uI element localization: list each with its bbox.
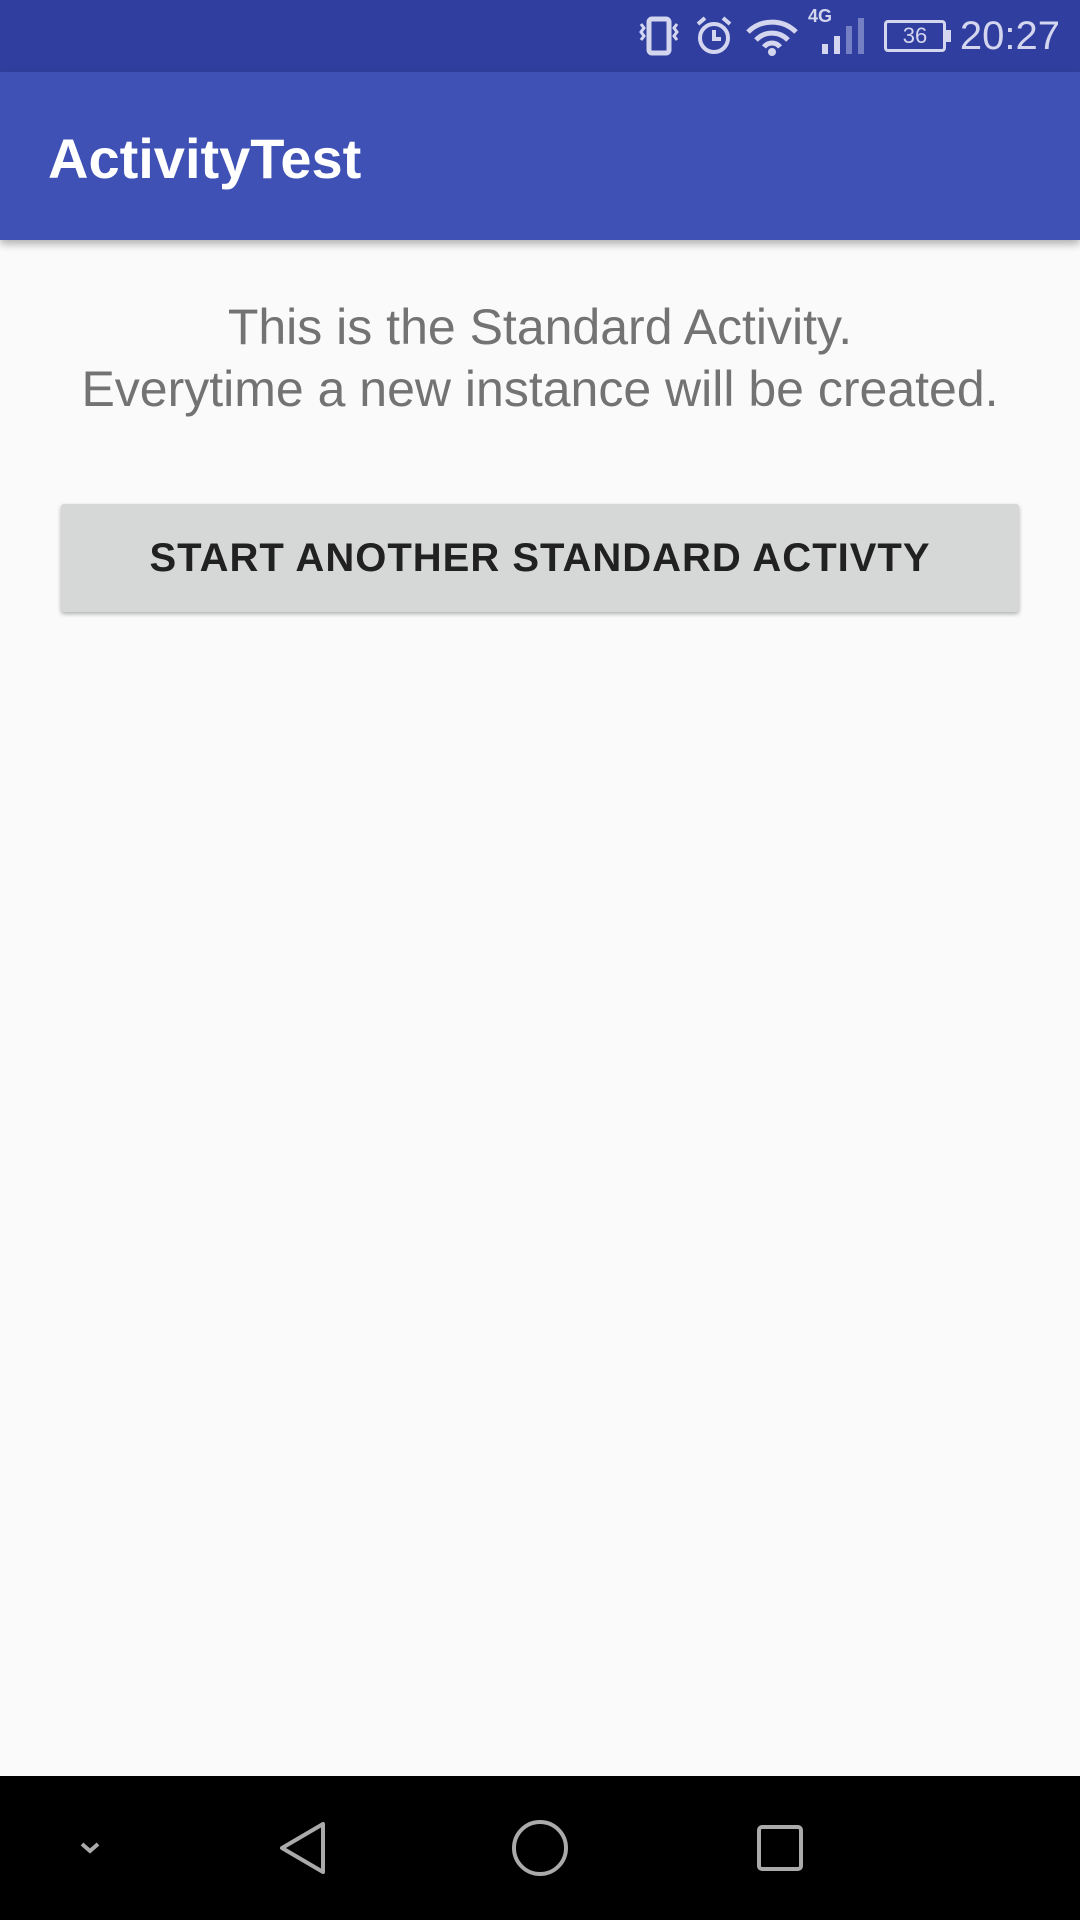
battery-level: 36 xyxy=(884,20,946,52)
signal-icon xyxy=(822,18,864,54)
navigation-bar xyxy=(0,1776,1080,1920)
vibrate-icon xyxy=(639,16,679,56)
start-standard-activity-button[interactable]: START ANOTHER STANDARD ACTIVTY xyxy=(61,504,1019,612)
clock: 20:27 xyxy=(959,13,1060,58)
alarm-icon xyxy=(696,16,732,54)
hide-keyboard-icon[interactable] xyxy=(70,1776,110,1920)
recents-icon[interactable] xyxy=(750,1776,810,1920)
battery-icon: 36 xyxy=(884,0,951,72)
home-icon[interactable] xyxy=(510,1776,570,1920)
wifi-icon xyxy=(746,19,798,56)
back-icon[interactable] xyxy=(270,1776,330,1920)
message-line-2: Everytime a new instance will be created… xyxy=(81,361,999,417)
message-text: This is the Standard Activity. Everytime… xyxy=(0,296,1080,420)
app-bar: ActivityTest xyxy=(0,72,1080,240)
message-line-1: This is the Standard Activity. xyxy=(227,299,853,355)
status-bar: 4G 36 20:27 xyxy=(0,0,1080,72)
app-title: ActivityTest xyxy=(48,127,362,190)
